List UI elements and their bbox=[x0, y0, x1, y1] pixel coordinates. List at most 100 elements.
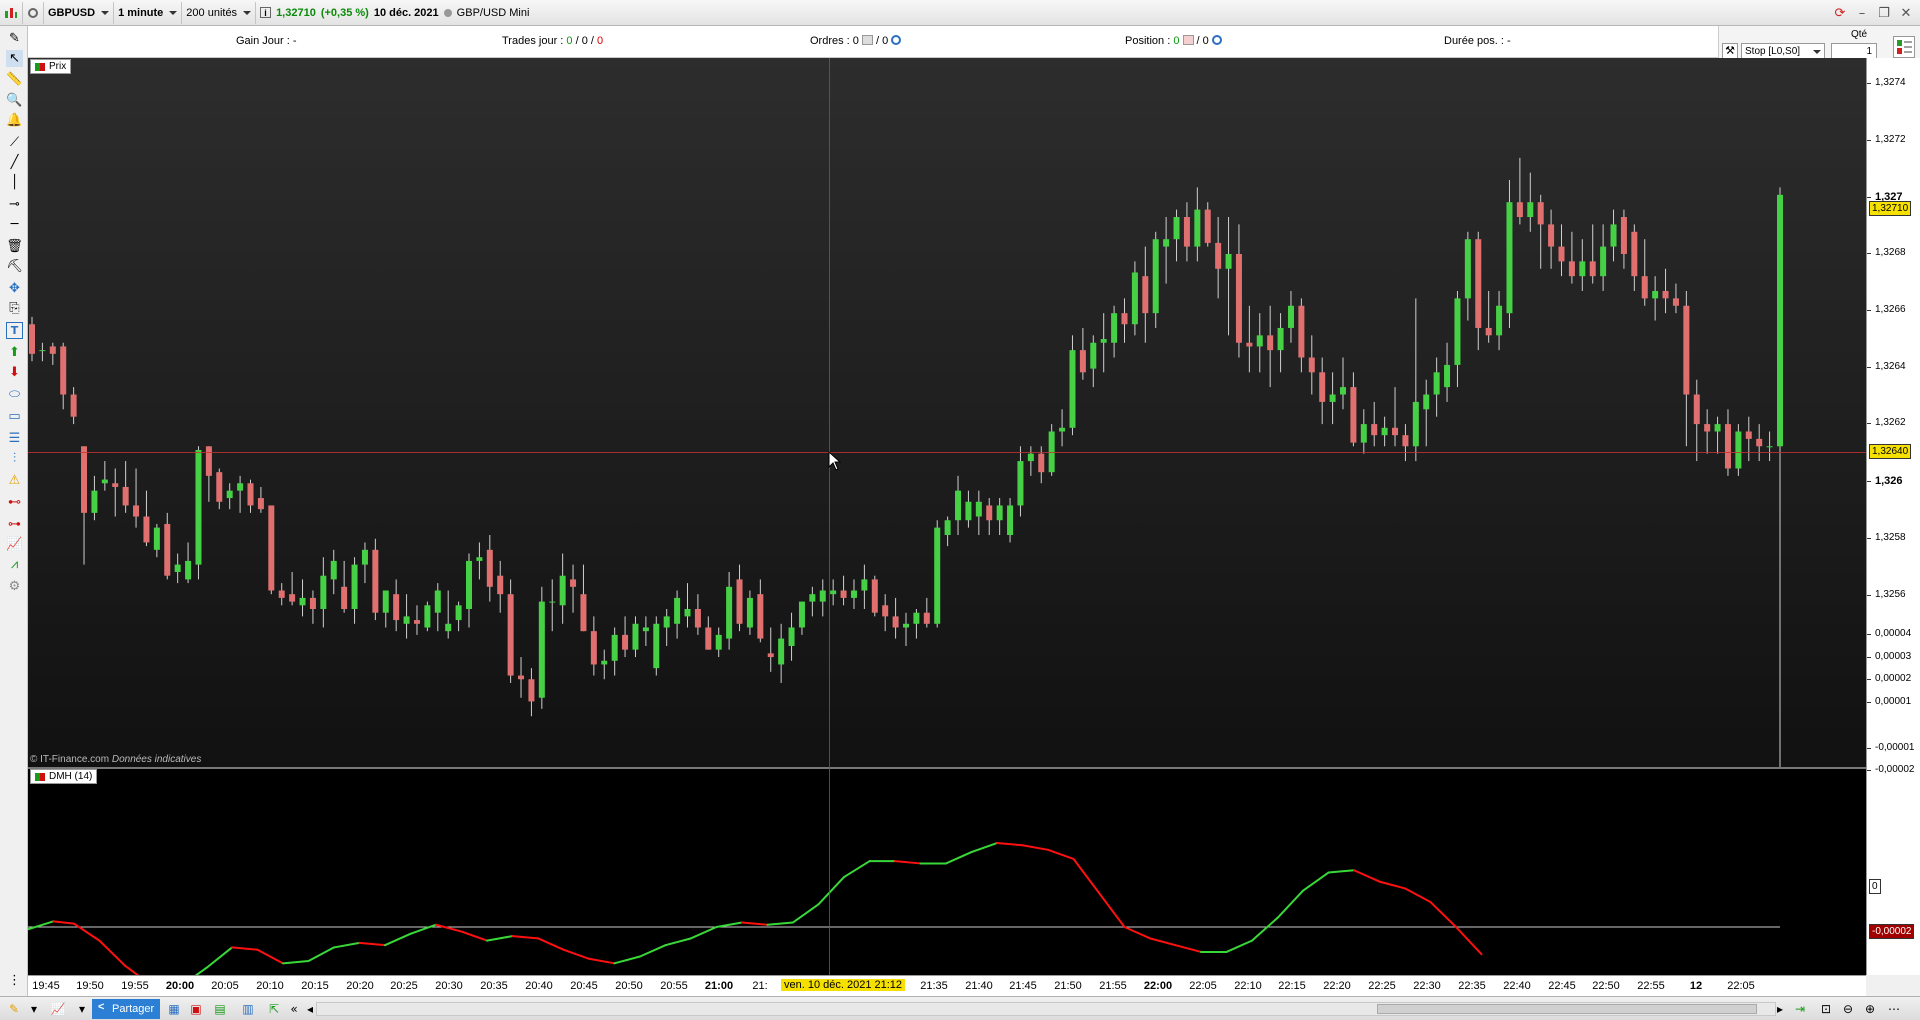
candle bbox=[1111, 305, 1118, 358]
candle bbox=[1079, 327, 1086, 380]
indicator-icon[interactable]: 📈 bbox=[50, 1001, 66, 1017]
segment-icon[interactable]: ⟋ bbox=[6, 134, 23, 151]
time-axis[interactable]: 19:45 19:50 19:55 20:00 20:05 20:10 20:15 20:20… bbox=[28, 975, 1866, 996]
candle-body bbox=[923, 612, 930, 624]
candle bbox=[1537, 194, 1544, 269]
stop-line-icon[interactable]: ⊷ bbox=[6, 494, 23, 511]
trading-info-bar: Gain Jour : - Trades jour : 0 / 0 / 0 Or… bbox=[28, 26, 1718, 58]
candle bbox=[1329, 372, 1336, 425]
pencil-icon[interactable]: ✎ bbox=[6, 30, 23, 47]
dmh-chart[interactable] bbox=[28, 769, 1866, 975]
share-button[interactable]: Partager bbox=[92, 999, 160, 1019]
screenshot-icon[interactable]: ▣ bbox=[188, 1001, 204, 1017]
export-icon[interactable]: ⇱ bbox=[266, 1001, 282, 1017]
candle-body bbox=[1652, 290, 1659, 299]
minimize-button[interactable]: – bbox=[1854, 5, 1870, 21]
sell-arrow-icon[interactable]: ⬇ bbox=[6, 364, 23, 381]
dmh-indicator-pane[interactable]: DMH (14) bbox=[28, 769, 1866, 975]
zoom-fit-icon[interactable]: ⊡ bbox=[1818, 1001, 1834, 1017]
dmh-segment bbox=[741, 921, 769, 926]
dmh-segment bbox=[409, 923, 437, 935]
candle-body bbox=[1381, 427, 1388, 436]
time-tick-label: 20:55 bbox=[660, 980, 688, 992]
candle bbox=[1069, 335, 1076, 436]
candle-body bbox=[715, 634, 722, 650]
more-icon[interactable]: ⋯ bbox=[1886, 1001, 1902, 1017]
text-tool-icon[interactable]: T bbox=[6, 322, 23, 339]
warning-icon[interactable]: ⚠ bbox=[6, 472, 23, 489]
pencil-icon[interactable]: ✎ bbox=[6, 1001, 22, 1017]
channel-icon[interactable]: ⫶ bbox=[6, 450, 23, 467]
candle-body bbox=[840, 590, 847, 598]
info-icon[interactable]: i bbox=[260, 7, 272, 18]
grip-icon[interactable]: ⋮ bbox=[6, 972, 23, 989]
chevron-down-icon[interactable]: ▾ bbox=[74, 1001, 90, 1017]
price-pane-tag[interactable]: Prix bbox=[30, 59, 72, 74]
dmh-pane-tag[interactable]: DMH (14) bbox=[30, 769, 98, 784]
rectangle-icon[interactable]: ▭ bbox=[6, 408, 23, 425]
time-tick-label: 22:30 bbox=[1413, 980, 1441, 992]
price-axis[interactable]: 1,3274 1,3272 1,327 1,3268 1,3266 1,3264 1,326… bbox=[1866, 58, 1920, 975]
vertical-line-icon[interactable]: │ bbox=[6, 174, 23, 191]
horizontal-scrollbar[interactable] bbox=[316, 1002, 1776, 1016]
order-ticket-icon[interactable] bbox=[1893, 36, 1915, 58]
rewind-icon[interactable]: « bbox=[286, 1001, 302, 1017]
candle-body bbox=[746, 597, 753, 628]
calendar-icon[interactable]: ▦ bbox=[166, 1001, 182, 1017]
move-icon[interactable]: ✥ bbox=[6, 280, 23, 297]
position: Position : 0 / 0 bbox=[1125, 35, 1222, 47]
trendline-icon[interactable]: ╱ bbox=[6, 154, 23, 171]
chart-icon[interactable] bbox=[0, 1, 23, 24]
scroll-right-icon[interactable]: ▸ bbox=[1772, 1001, 1788, 1017]
drawing-toolbar: ✎ ↖ 📏 🔍 🔔 ⟋ ╱ │ ⊸ ─ 🗑 ⛏ ✥ ⎘ T ⬆ ⬇ ⬭ ▭ ☰ … bbox=[0, 26, 28, 996]
cancel-orders-icon[interactable] bbox=[861, 35, 873, 45]
candle bbox=[882, 594, 889, 632]
refresh-icon[interactable]: ⟳ bbox=[1832, 5, 1848, 21]
dmh-segment bbox=[537, 937, 565, 951]
paint-icon[interactable]: ⛏ bbox=[6, 258, 23, 275]
buy-arrow-icon[interactable]: ⬆ bbox=[6, 344, 23, 361]
zoom-in-icon[interactable]: ⊕ bbox=[1862, 1001, 1878, 1017]
fibonacci-icon[interactable]: ☰ bbox=[6, 430, 23, 447]
pointer-icon[interactable]: ↖ bbox=[6, 50, 23, 67]
close-button[interactable]: ✕ bbox=[1898, 5, 1914, 21]
interval-dropdown[interactable]: 1 minute bbox=[114, 1, 183, 24]
scrollbar-thumb[interactable] bbox=[1377, 1004, 1757, 1014]
indicator-icon[interactable]: 📈 bbox=[6, 536, 23, 553]
price-chart-pane[interactable]: Prix © IT-Finance.com Données indicative… bbox=[28, 58, 1866, 768]
settings-delete-icon[interactable]: ⚙ bbox=[6, 578, 23, 595]
alert-bell-icon[interactable]: 🔔 bbox=[6, 112, 23, 129]
copy-icon[interactable]: ⎘ bbox=[6, 300, 23, 317]
pattern-icon[interactable]: ⩘ bbox=[6, 556, 23, 573]
order-line-icon[interactable]: ⊶ bbox=[6, 516, 23, 533]
zoom-icon[interactable]: 🔍 bbox=[6, 92, 23, 109]
zoom-out-icon[interactable]: ⊖ bbox=[1840, 1001, 1856, 1017]
candle bbox=[1724, 409, 1731, 476]
candle-body bbox=[91, 490, 98, 513]
candle-body bbox=[819, 590, 826, 602]
dmh-tick-label: 0,00003 bbox=[1866, 651, 1912, 662]
restore-button[interactable]: ❐ bbox=[1876, 5, 1892, 21]
layout-icon[interactable]: ▥ bbox=[240, 1001, 256, 1017]
ruler-icon[interactable]: 📏 bbox=[6, 71, 23, 88]
candle-body bbox=[1319, 372, 1326, 402]
spreadsheet-icon[interactable]: ▤ bbox=[212, 1001, 228, 1017]
trash-icon[interactable]: 🗑 bbox=[6, 238, 23, 255]
dmh-segment bbox=[792, 903, 820, 924]
ellipse-icon[interactable]: ⬭ bbox=[6, 386, 23, 403]
units-dropdown[interactable]: 200 unités bbox=[182, 1, 257, 24]
symbol-dropdown[interactable]: GBPUSD bbox=[44, 1, 115, 24]
go-to-end-icon[interactable]: ⇥ bbox=[1792, 1001, 1808, 1017]
close-position-icon[interactable] bbox=[1182, 35, 1194, 45]
candle bbox=[1516, 157, 1523, 225]
candle-body bbox=[1183, 217, 1190, 247]
horizontal-segment-icon[interactable]: ⊸ bbox=[6, 196, 23, 213]
gear-icon[interactable] bbox=[1211, 35, 1222, 45]
gear-icon[interactable] bbox=[891, 35, 902, 45]
link-icon[interactable] bbox=[23, 1, 44, 24]
candle bbox=[164, 512, 171, 580]
candle-body bbox=[559, 575, 566, 606]
chevron-down-icon[interactable]: ▾ bbox=[26, 1001, 42, 1017]
horizontal-line-icon[interactable]: ─ bbox=[6, 216, 23, 233]
price-chart[interactable] bbox=[28, 58, 1866, 768]
